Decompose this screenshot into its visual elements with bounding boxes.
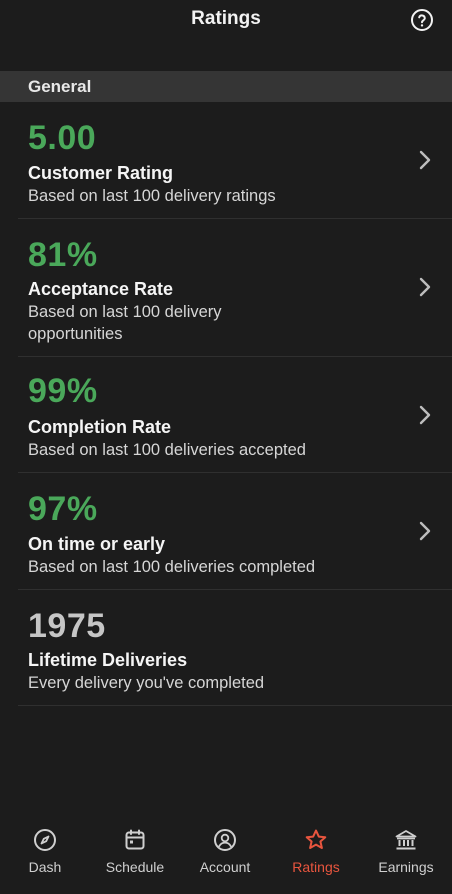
on-time-row[interactable]: 97% On time or early Based on last 100 d… bbox=[0, 473, 452, 589]
bank-icon bbox=[395, 830, 417, 850]
completion-rate-row[interactable]: 99% Completion Rate Based on last 100 de… bbox=[0, 357, 452, 472]
metric-value: 1975 bbox=[28, 607, 106, 645]
tab-earnings[interactable]: Earnings bbox=[361, 820, 451, 890]
compass-icon bbox=[34, 829, 56, 851]
bottom-tab-bar: Dash Schedule Account Ratings Earnings bbox=[0, 820, 452, 894]
metric-value: 99% bbox=[28, 372, 98, 410]
tab-ratings[interactable]: Ratings bbox=[271, 820, 361, 890]
metric-value: 97% bbox=[28, 490, 98, 528]
acceptance-rate-row[interactable]: 81% Acceptance Rate Based on last 100 de… bbox=[0, 219, 452, 356]
tab-label: Ratings bbox=[292, 859, 340, 875]
tab-label: Earnings bbox=[378, 859, 434, 875]
tab-dash[interactable]: Dash bbox=[0, 820, 90, 890]
section-header-general: General bbox=[0, 71, 452, 102]
tab-label: Dash bbox=[28, 859, 62, 875]
ratings-screen: Ratings General 5.00 Customer Rating Bas… bbox=[0, 0, 452, 894]
metric-subtitle: Based on last 100 deliveries accepted bbox=[28, 441, 306, 459]
chevron-right-icon bbox=[419, 277, 431, 297]
star-icon bbox=[305, 829, 327, 849]
metric-title: Customer Rating bbox=[28, 163, 174, 183]
chevron-right-icon bbox=[419, 521, 431, 541]
account-icon bbox=[214, 829, 236, 851]
section-label: General bbox=[28, 77, 92, 96]
metric-title: Completion Rate bbox=[28, 417, 172, 437]
help-button[interactable] bbox=[410, 8, 434, 32]
tab-account[interactable]: Account bbox=[180, 820, 270, 890]
metric-subtitle: Every delivery you've completed bbox=[28, 674, 265, 692]
calendar-icon bbox=[125, 829, 145, 850]
metric-value: 5.00 bbox=[28, 119, 97, 157]
metric-title: Lifetime Deliveries bbox=[28, 650, 188, 670]
chevron-right-icon bbox=[419, 150, 431, 170]
metric-title: On time or early bbox=[28, 534, 166, 554]
metric-subtitle: Based on last 100 deliveries completed bbox=[28, 558, 316, 576]
lifetime-deliveries-row: 1975 Lifetime Deliveries Every delivery … bbox=[0, 590, 452, 705]
help-circle-icon bbox=[411, 9, 433, 31]
tab-schedule[interactable]: Schedule bbox=[90, 820, 180, 890]
customer-rating-row[interactable]: 5.00 Customer Rating Based on last 100 d… bbox=[0, 102, 452, 218]
metric-subtitle: Based on last 100 delivery ratings bbox=[28, 187, 276, 205]
metric-title: Acceptance Rate bbox=[28, 279, 174, 299]
tab-label: Account bbox=[199, 859, 251, 875]
metric-subtitle: Based on last 100 delivery opportunities bbox=[28, 303, 222, 343]
page-title: Ratings bbox=[191, 8, 261, 29]
top-bar: Ratings bbox=[0, 0, 452, 42]
chevron-right-icon bbox=[419, 405, 431, 425]
metric-value: 81% bbox=[28, 236, 98, 274]
tab-label: Schedule bbox=[105, 859, 165, 875]
divider bbox=[18, 705, 452, 706]
